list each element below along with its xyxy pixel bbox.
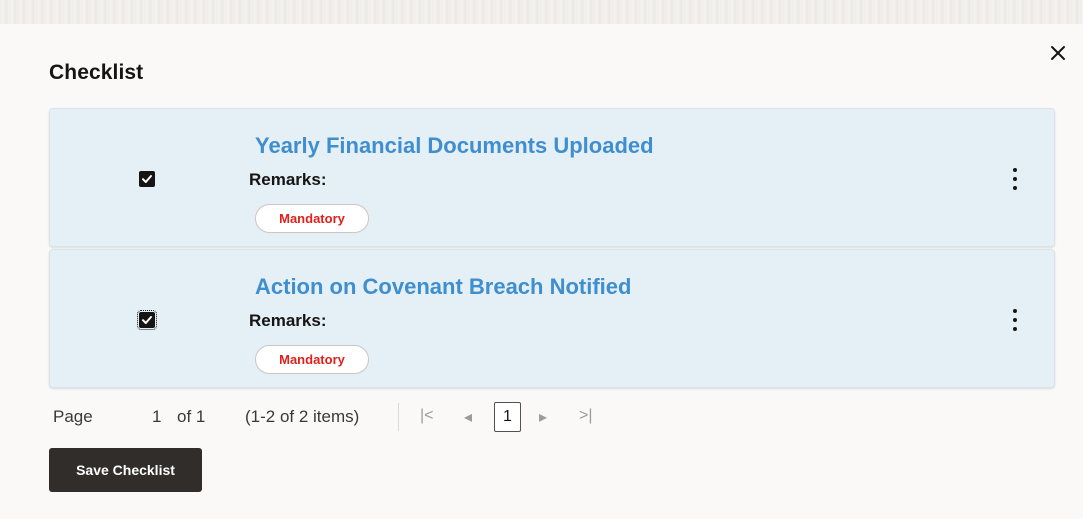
save-checklist-button[interactable]: Save Checklist — [49, 448, 202, 492]
checklist-item-checkbox[interactable] — [137, 310, 157, 330]
pager-divider — [398, 403, 399, 431]
dialog-title: Checklist — [49, 61, 144, 84]
checklist-item-checkbox[interactable] — [139, 171, 155, 187]
more-options-icon[interactable] — [1008, 161, 1022, 197]
checkmark-icon — [142, 316, 152, 324]
background-header-strip — [0, 0, 1083, 24]
previous-page-icon[interactable]: ◂ — [464, 407, 472, 427]
first-page-icon[interactable]: |< — [420, 407, 434, 425]
items-info: (1-2 of 2 items) — [245, 407, 360, 426]
current-page-button[interactable]: 1 — [494, 402, 521, 432]
remarks-label: Remarks: — [249, 311, 327, 330]
next-page-icon[interactable]: ▸ — [539, 407, 547, 427]
checklist-dialog: Checklist Yearly Financial Documents Upl… — [10, 24, 1083, 519]
page-label: Page — [53, 407, 93, 426]
checklist-item-title[interactable]: Yearly Financial Documents Uploaded — [255, 133, 654, 159]
more-options-icon[interactable] — [1008, 302, 1022, 338]
checklist-item-title[interactable]: Action on Covenant Breach Notified — [255, 274, 631, 300]
pagination-bar: Page 1 of 1 (1-2 of 2 items) |< ◂ 1 ▸ >| — [53, 401, 753, 433]
close-icon[interactable] — [1050, 45, 1066, 61]
checkmark-icon — [142, 175, 152, 183]
mandatory-badge: Mandatory — [255, 345, 369, 374]
close-button[interactable] — [1045, 40, 1071, 66]
checklist-item: Yearly Financial Documents Uploaded Rema… — [49, 108, 1055, 247]
page-number-input[interactable]: 1 — [152, 407, 161, 427]
page-total-label: of 1 — [177, 407, 206, 426]
checklist-item: Action on Covenant Breach Notified Remar… — [49, 249, 1055, 388]
mandatory-badge: Mandatory — [255, 204, 369, 233]
remarks-label: Remarks: — [249, 170, 327, 189]
last-page-icon[interactable]: >| — [579, 407, 593, 425]
